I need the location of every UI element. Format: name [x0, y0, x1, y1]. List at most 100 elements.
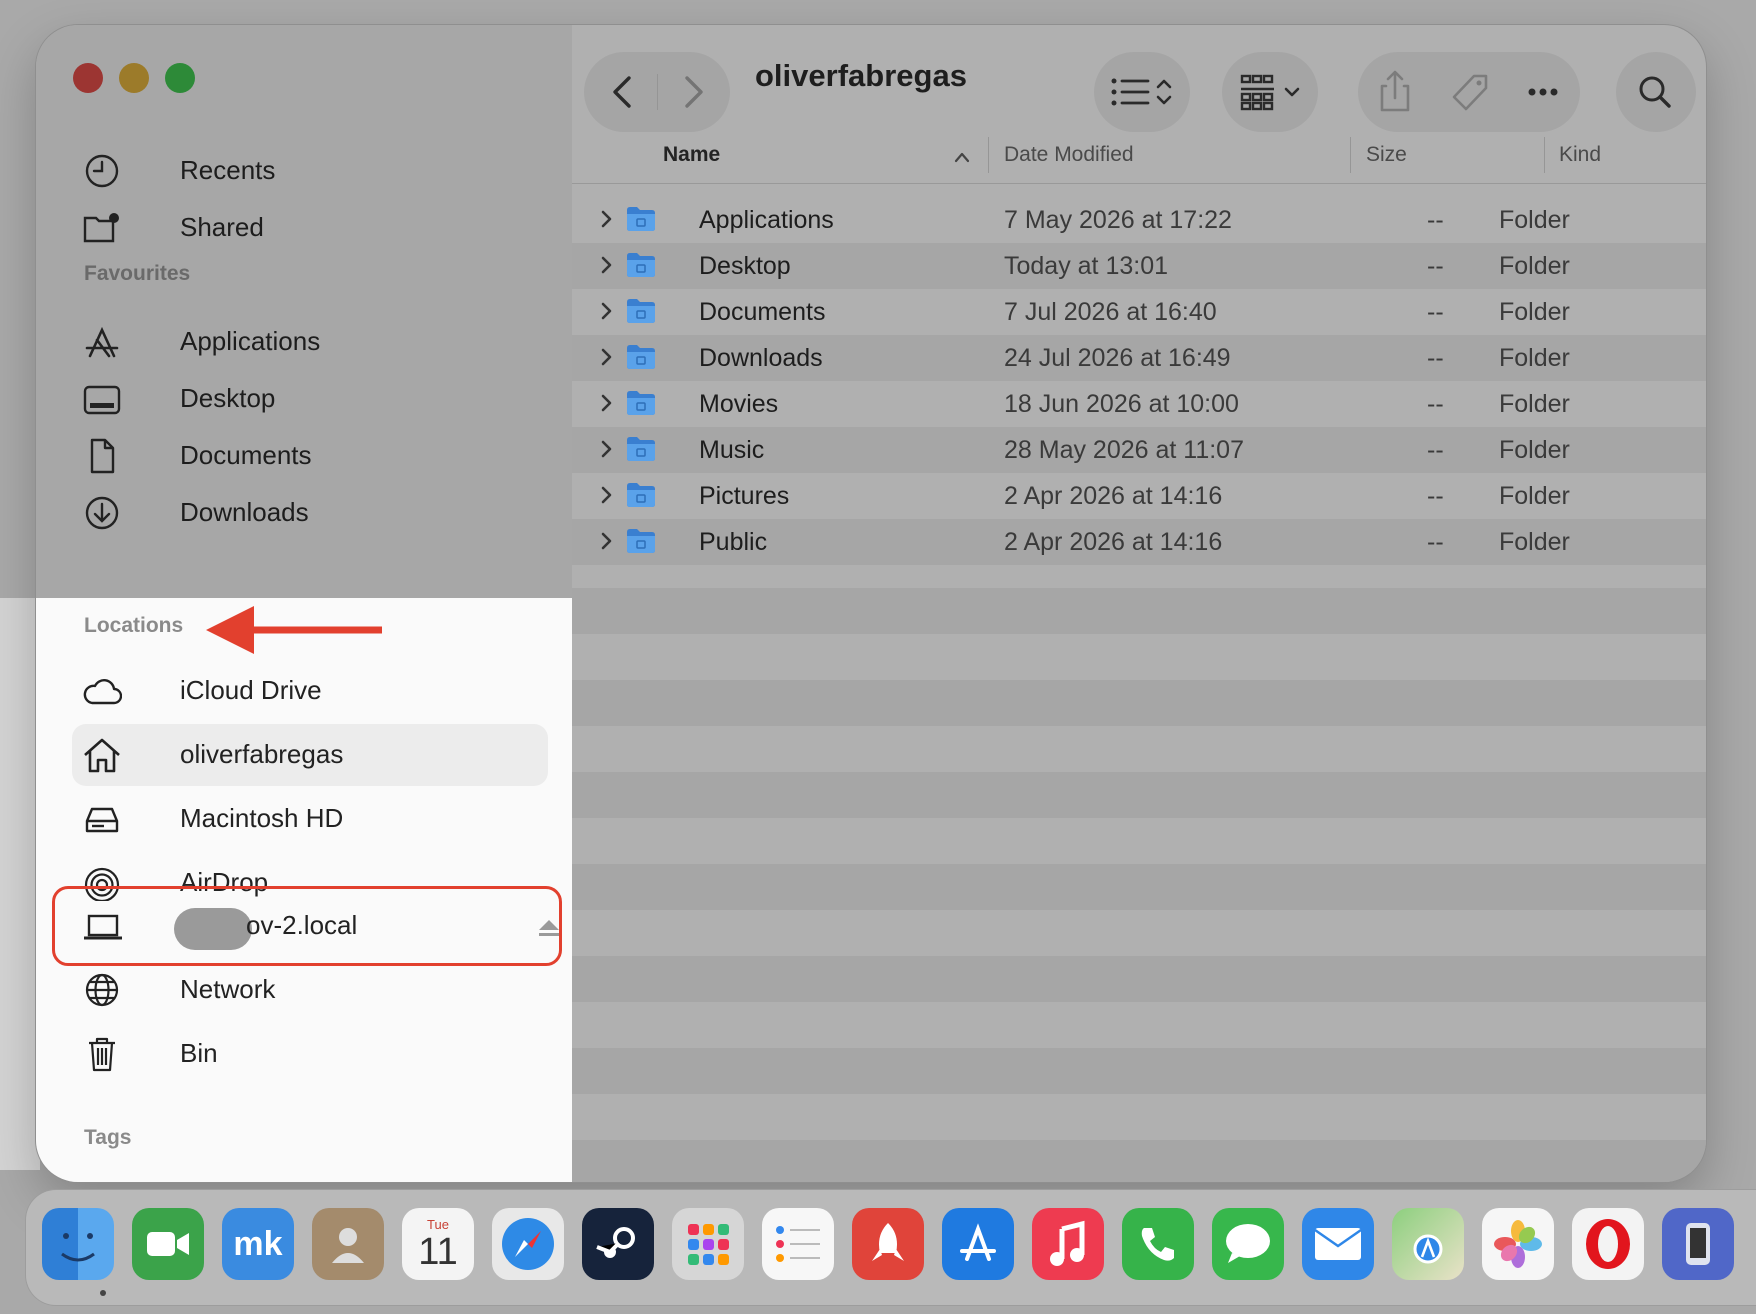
- file-kind: Folder: [1499, 344, 1570, 372]
- simulator-dock-icon[interactable]: [1662, 1208, 1734, 1280]
- file-date: 18 Jun 2026 at 10:00: [1004, 390, 1239, 418]
- empty-row-stripe: [572, 1140, 1706, 1182]
- file-date: 7 Jul 2026 at 16:40: [1004, 298, 1217, 326]
- folder-icon: [626, 252, 656, 283]
- column-header-date[interactable]: Date Modified: [1004, 143, 1134, 167]
- sidebar-item-icloud-drive[interactable]: iCloud Drive: [72, 660, 548, 722]
- zoom-button[interactable]: [165, 63, 195, 93]
- sidebar-item-home[interactable]: oliverfabregas: [72, 724, 548, 786]
- nav-button-group: [584, 52, 730, 132]
- reminders-dock-icon[interactable]: [762, 1208, 834, 1280]
- file-row[interactable]: Music 28 May 2026 at 11:07 -- Folder: [572, 427, 1706, 473]
- sidebar-item-label: Bin: [180, 1038, 218, 1068]
- messages-dock-icon[interactable]: [1212, 1208, 1284, 1280]
- column-header-size[interactable]: Size: [1366, 143, 1407, 167]
- file-kind: Folder: [1499, 436, 1570, 464]
- mail-dock-icon[interactable]: [1302, 1208, 1374, 1280]
- file-row[interactable]: Documents 7 Jul 2026 at 16:40 -- Folder: [572, 289, 1706, 335]
- sidebar-item-shared[interactable]: Shared: [72, 197, 548, 259]
- file-size: --: [1427, 252, 1444, 280]
- disclosure-chevron-icon[interactable]: [600, 255, 614, 280]
- file-size: --: [1427, 206, 1444, 234]
- more-button[interactable]: [1506, 52, 1580, 132]
- rocket-dock-icon[interactable]: [852, 1208, 924, 1280]
- calendar-dock-icon[interactable]: Tue 11: [402, 1208, 474, 1280]
- sidebar-item-applications[interactable]: Applications: [72, 311, 548, 373]
- back-button[interactable]: [584, 52, 657, 132]
- forward-button[interactable]: [657, 52, 730, 132]
- folder-icon: [626, 298, 656, 329]
- sidebar-item-documents[interactable]: Documents: [72, 425, 548, 487]
- search-button[interactable]: [1616, 52, 1696, 132]
- file-row[interactable]: Desktop Today at 13:01 -- Folder: [572, 243, 1706, 289]
- actions-button-group: [1358, 52, 1580, 132]
- maps-dock-icon[interactable]: [1392, 1208, 1464, 1280]
- disclosure-chevron-icon[interactable]: [600, 485, 614, 510]
- mk-dock-icon[interactable]: mk: [222, 1208, 294, 1280]
- file-row[interactable]: Movies 18 Jun 2026 at 10:00 -- Folder: [572, 381, 1706, 427]
- file-row[interactable]: Applications 7 May 2026 at 17:22 -- Folder: [572, 197, 1706, 243]
- folder-icon: [626, 206, 656, 237]
- desktop-icon: [83, 385, 121, 415]
- sidebar-item-macintosh-hd[interactable]: Macintosh HD: [72, 788, 548, 850]
- launchpad-dock-icon[interactable]: [672, 1208, 744, 1280]
- file-kind: Folder: [1499, 206, 1570, 234]
- window-title: oliverfabregas: [755, 58, 967, 93]
- disclosure-chevron-icon[interactable]: [600, 531, 614, 556]
- disclosure-chevron-icon[interactable]: [600, 393, 614, 418]
- group-button[interactable]: [1222, 52, 1318, 132]
- minimize-button[interactable]: [119, 63, 149, 93]
- file-row[interactable]: Pictures 2 Apr 2026 at 14:16 -- Folder: [572, 473, 1706, 519]
- contacts-dock-icon[interactable]: [312, 1208, 384, 1280]
- file-name: Public: [699, 528, 768, 556]
- share-icon: [1380, 70, 1410, 112]
- sidebar-item-label: Downloads: [180, 497, 309, 527]
- column-separator: [1350, 137, 1351, 173]
- sidebar-item-label: Recents: [180, 155, 276, 185]
- applications-icon: [85, 326, 119, 358]
- file-row[interactable]: Public 2 Apr 2026 at 14:16 -- Folder: [572, 519, 1706, 565]
- sidebar-item-label: Documents: [180, 440, 312, 470]
- file-name: Pictures: [699, 482, 790, 510]
- finder-dock-icon[interactable]: [42, 1208, 114, 1280]
- tag-icon: [1452, 74, 1488, 111]
- disclosure-chevron-icon[interactable]: [600, 347, 614, 372]
- column-header-name[interactable]: Name: [663, 143, 720, 167]
- sidebar-item-label: iCloud Drive: [180, 675, 322, 705]
- folder-icon: [626, 344, 656, 375]
- opera-dock-icon[interactable]: [1572, 1208, 1644, 1280]
- music-dock-icon[interactable]: [1032, 1208, 1104, 1280]
- sidebar-item-downloads[interactable]: Downloads: [72, 482, 548, 544]
- share-button[interactable]: [1358, 52, 1432, 132]
- tag-button[interactable]: [1432, 52, 1506, 132]
- search-icon: [1639, 76, 1671, 108]
- sidebar-item-bin[interactable]: Bin: [72, 1023, 548, 1085]
- file-kind: Folder: [1499, 390, 1570, 418]
- header-divider: [572, 183, 1706, 184]
- sidebar-item-desktop[interactable]: Desktop: [72, 368, 548, 430]
- sidebar-item-label: oliverfabregas: [180, 739, 344, 769]
- safari-dock-icon[interactable]: [492, 1208, 564, 1280]
- close-button[interactable]: [73, 63, 103, 93]
- steam-dock-icon[interactable]: [582, 1208, 654, 1280]
- facetime-dock-icon[interactable]: [132, 1208, 204, 1280]
- column-separator: [988, 137, 989, 173]
- file-name: Music: [699, 436, 765, 464]
- sidebar-item-recents[interactable]: Recents: [72, 140, 548, 202]
- disclosure-chevron-icon[interactable]: [600, 209, 614, 234]
- column-header-kind[interactable]: Kind: [1559, 143, 1601, 167]
- file-row[interactable]: Downloads 24 Jul 2026 at 16:49 -- Folder: [572, 335, 1706, 381]
- sort-ascending-icon[interactable]: [954, 151, 970, 163]
- sidebar-item-network[interactable]: Network: [72, 959, 548, 1021]
- empty-row-stripe: [572, 680, 1706, 726]
- app-store-dock-icon[interactable]: [942, 1208, 1014, 1280]
- file-name: Downloads: [699, 344, 823, 372]
- phone-dock-icon[interactable]: [1122, 1208, 1194, 1280]
- view-options-button[interactable]: [1094, 52, 1190, 132]
- disclosure-chevron-icon[interactable]: [600, 439, 614, 464]
- sidebar-item-label: Network: [180, 974, 276, 1004]
- file-date: 7 May 2026 at 17:22: [1004, 206, 1232, 234]
- disclosure-chevron-icon[interactable]: [600, 301, 614, 326]
- home-icon: [84, 738, 120, 773]
- photos-dock-icon[interactable]: [1482, 1208, 1554, 1280]
